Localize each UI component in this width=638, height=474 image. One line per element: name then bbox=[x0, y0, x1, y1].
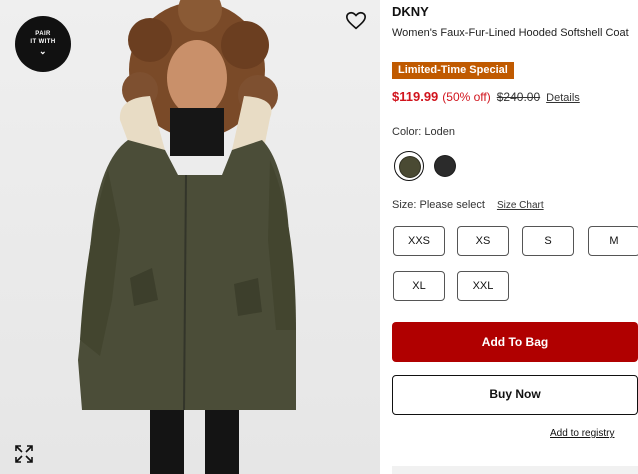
product-image bbox=[0, 0, 380, 474]
add-to-bag-button[interactable]: Add To Bag bbox=[392, 322, 638, 362]
product-title: Women's Faux-Fur-Lined Hooded Softshell … bbox=[392, 27, 629, 39]
chevron-down-icon: ⌄ bbox=[39, 46, 47, 56]
size-button-xxl[interactable]: XXL bbox=[457, 271, 509, 301]
size-row: Size: Please select Size Chart bbox=[392, 199, 544, 211]
product-image-panel: PAIR IT WITH ⌄ bbox=[0, 0, 380, 474]
brand-name[interactable]: DKNY bbox=[392, 4, 429, 19]
size-button-m[interactable]: M bbox=[588, 226, 638, 256]
discount-percent: (50% off) bbox=[442, 90, 491, 104]
color-swatch-loden[interactable] bbox=[394, 151, 424, 181]
size-button-xs[interactable]: XS bbox=[457, 226, 509, 256]
swatch-color-loden bbox=[399, 156, 421, 178]
color-label: Color: Loden bbox=[392, 126, 455, 138]
original-price: $240.00 bbox=[496, 90, 541, 104]
size-chart-link[interactable]: Size Chart bbox=[497, 200, 544, 211]
details-link[interactable]: Details bbox=[546, 92, 580, 104]
pair-it-with-button[interactable]: PAIR IT WITH ⌄ bbox=[15, 16, 71, 72]
sale-price: $119.99 bbox=[392, 89, 439, 104]
product-info-panel: DKNY Women's Faux-Fur-Lined Hooded Softs… bbox=[392, 0, 638, 474]
swatch-color-black bbox=[434, 155, 456, 177]
wishlist-heart-icon[interactable] bbox=[345, 10, 367, 32]
color-swatch-black[interactable] bbox=[430, 151, 460, 181]
size-button-xl[interactable]: XL bbox=[393, 271, 445, 301]
expand-icon[interactable] bbox=[14, 444, 34, 464]
price-row: $119.99 (50% off) $240.00 Details bbox=[392, 89, 580, 104]
promo-badge: Limited-Time Special bbox=[392, 62, 514, 79]
size-button-xxs[interactable]: XXS bbox=[393, 226, 445, 256]
section-divider bbox=[392, 466, 638, 474]
buy-now-button[interactable]: Buy Now bbox=[392, 375, 638, 415]
add-to-registry-link[interactable]: Add to registry bbox=[550, 428, 614, 439]
pair-badge-line2: IT WITH bbox=[30, 39, 56, 45]
size-label: Size: Please select bbox=[392, 199, 485, 211]
pair-badge-line1: PAIR bbox=[35, 31, 51, 37]
size-button-s[interactable]: S bbox=[522, 226, 574, 256]
